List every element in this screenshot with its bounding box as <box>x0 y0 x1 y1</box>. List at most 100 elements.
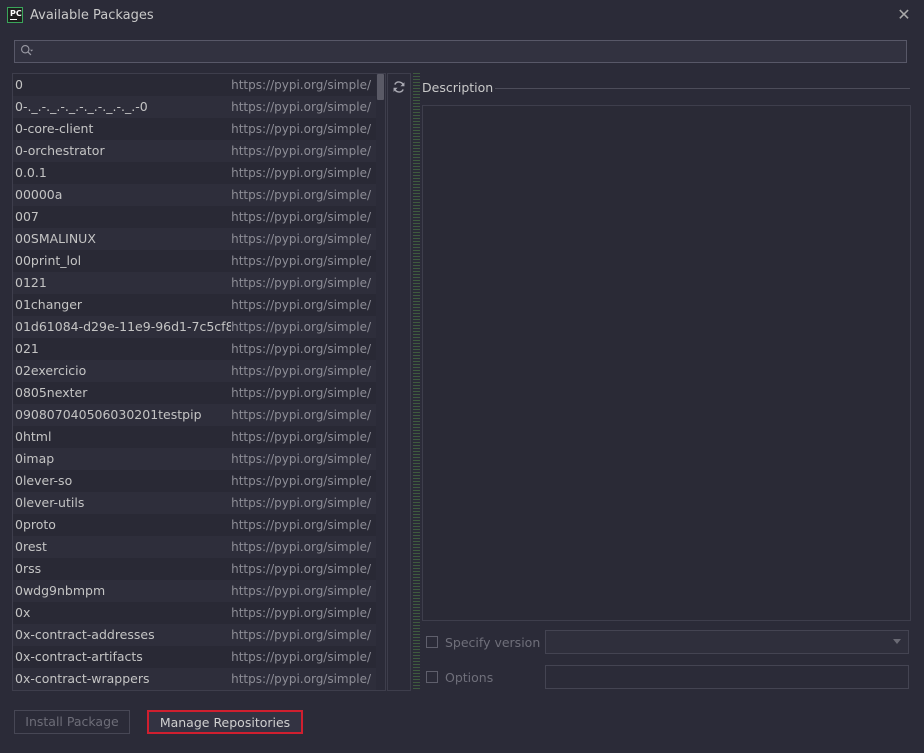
package-name: 090807040506030201testpip <box>15 407 202 422</box>
package-repository: https://pypi.org/simple/ <box>231 624 371 646</box>
package-name: 0proto <box>15 517 56 532</box>
description-label: Description <box>422 80 494 95</box>
package-repository: https://pypi.org/simple/ <box>231 536 371 558</box>
package-row[interactable]: 007 https://pypi.org/simple/ <box>13 206 385 228</box>
close-icon[interactable]: ✕ <box>894 5 914 25</box>
package-name: 0805nexter <box>15 385 88 400</box>
package-row[interactable]: 090807040506030201testpip https://pypi.or… <box>13 404 385 426</box>
package-name: 00print_lol <box>15 253 82 268</box>
panel-splitter[interactable] <box>413 73 420 691</box>
description-panel <box>422 105 911 621</box>
package-row[interactable]: 0-._.-._.-._.-._.-._.-._.-0 https://pypi.… <box>13 96 385 118</box>
package-row[interactable]: 0rss https://pypi.org/simple/ <box>13 558 385 580</box>
package-name: 0x-contract-addresses <box>15 627 155 642</box>
package-name: 0 <box>15 77 23 92</box>
package-row[interactable]: 0121 https://pypi.org/simple/ <box>13 272 385 294</box>
package-list[interactable]: 0 https://pypi.org/simple/0-._.-._.-._.-.… <box>12 73 386 691</box>
refresh-icon[interactable] <box>392 80 406 94</box>
package-name: 0-._.-._.-._.-._.-._.-._.-0 <box>15 99 148 114</box>
package-list-toolbar <box>387 73 411 691</box>
package-repository: https://pypi.org/simple/ <box>231 294 371 316</box>
package-repository: https://pypi.org/simple/ <box>231 426 371 448</box>
package-name: 0lever-utils <box>15 495 85 510</box>
package-repository: https://pypi.org/simple/ <box>231 602 371 624</box>
package-row[interactable]: 0wdg9nbmpm https://pypi.org/simple/ <box>13 580 385 602</box>
search-input[interactable] <box>14 40 907 63</box>
package-name: 0x-contract-artifacts <box>15 649 143 664</box>
description-divider <box>495 88 910 89</box>
package-repository: https://pypi.org/simple/ <box>231 272 371 294</box>
package-repository: https://pypi.org/simple/ <box>231 470 371 492</box>
package-name: 0rss <box>15 561 42 576</box>
package-name: 0-core-client <box>15 121 94 136</box>
manage-repositories-button[interactable]: Manage Repositories <box>147 710 303 734</box>
package-row[interactable]: 0lever-so https://pypi.org/simple/ <box>13 470 385 492</box>
package-repository: https://pypi.org/simple/ <box>231 382 371 404</box>
package-name: 0x-contract-wrappers <box>15 671 150 686</box>
scrollbar-thumb[interactable] <box>377 74 384 100</box>
package-row[interactable]: 021 https://pypi.org/simple/ <box>13 338 385 360</box>
package-name: 02exercicio <box>15 363 87 378</box>
package-row[interactable]: 0805nexter https://pypi.org/simple/ <box>13 382 385 404</box>
package-name: 007 <box>15 209 39 224</box>
package-repository: https://pypi.org/simple/ <box>231 360 371 382</box>
package-row[interactable]: 00print_lol https://pypi.org/simple/ <box>13 250 385 272</box>
package-repository: https://pypi.org/simple/ <box>231 492 371 514</box>
package-repository: https://pypi.org/simple/ <box>231 668 371 690</box>
package-row[interactable]: 0 https://pypi.org/simple/ <box>13 74 385 96</box>
package-name: 021 <box>15 341 39 356</box>
package-list-scrollbar[interactable] <box>376 74 385 690</box>
pycharm-icon: PC <box>7 7 23 23</box>
package-row[interactable]: 0html https://pypi.org/simple/ <box>13 426 385 448</box>
specify-version-label: Specify version <box>445 635 541 650</box>
package-name: 00000a <box>15 187 63 202</box>
options-checkbox[interactable] <box>426 671 438 683</box>
package-name: 0.0.1 <box>15 165 47 180</box>
package-name: 0121 <box>15 275 47 290</box>
package-row[interactable]: 0-orchestrator https://pypi.org/simple/ <box>13 140 385 162</box>
package-repository: https://pypi.org/simple/ <box>231 646 371 668</box>
package-row[interactable]: 02exercicio https://pypi.org/simple/ <box>13 360 385 382</box>
package-repository: https://pypi.org/simple/ <box>231 96 371 118</box>
package-row[interactable]: 0-core-client https://pypi.org/simple/ <box>13 118 385 140</box>
package-name: 0-orchestrator <box>15 143 105 158</box>
package-repository: https://pypi.org/simple/ <box>231 404 371 426</box>
package-repository: https://pypi.org/simple/ <box>231 250 371 272</box>
package-row[interactable]: 00000a https://pypi.org/simple/ <box>13 184 385 206</box>
package-repository: https://pypi.org/simple/ <box>231 184 371 206</box>
package-repository: https://pypi.org/simple/ <box>231 448 371 470</box>
package-row[interactable]: 0rest https://pypi.org/simple/ <box>13 536 385 558</box>
search-icon[interactable] <box>20 44 34 58</box>
package-row[interactable]: 0x-contract-wrappers https://pypi.org/sim… <box>13 668 385 690</box>
package-row[interactable]: 0imap https://pypi.org/simple/ <box>13 448 385 470</box>
package-row[interactable]: 0.0.1 https://pypi.org/simple/ <box>13 162 385 184</box>
options-label: Options <box>445 670 494 685</box>
package-row[interactable]: 01d61084-d29e-11e9-96d1-7c5cf84ffe8e http… <box>13 316 385 338</box>
package-repository: https://pypi.org/simple/ <box>231 74 371 96</box>
package-row[interactable]: 0x-contract-addresses https://pypi.org/si… <box>13 624 385 646</box>
package-row[interactable]: 0x https://pypi.org/simple/ <box>13 602 385 624</box>
package-row[interactable]: 01changer https://pypi.org/simple/ <box>13 294 385 316</box>
version-select[interactable] <box>545 630 909 654</box>
package-repository: https://pypi.org/simple/ <box>231 206 371 228</box>
package-repository: https://pypi.org/simple/ <box>231 338 371 360</box>
specify-version-checkbox[interactable] <box>426 636 438 648</box>
install-package-button[interactable]: Install Package <box>14 710 130 734</box>
package-name: 0html <box>15 429 52 444</box>
package-name: 01changer <box>15 297 83 312</box>
package-row[interactable]: 0lever-utils https://pypi.org/simple/ <box>13 492 385 514</box>
package-repository: https://pypi.org/simple/ <box>231 228 371 250</box>
package-row[interactable]: 0x-contract-artifacts https://pypi.org/si… <box>13 646 385 668</box>
package-repository: https://pypi.org/simple/ <box>231 316 371 338</box>
package-repository: https://pypi.org/simple/ <box>231 140 371 162</box>
package-name: 0imap <box>15 451 55 466</box>
package-repository: https://pypi.org/simple/ <box>231 514 371 536</box>
package-repository: https://pypi.org/simple/ <box>231 162 371 184</box>
package-row[interactable]: 00SMALINUX https://pypi.org/simple/ <box>13 228 385 250</box>
package-name: 00SMALINUX <box>15 231 96 246</box>
package-row[interactable]: 0proto https://pypi.org/simple/ <box>13 514 385 536</box>
package-name: 0x <box>15 605 31 620</box>
options-field[interactable] <box>545 665 909 689</box>
chevron-down-icon <box>893 639 901 644</box>
window-title: Available Packages <box>30 8 154 23</box>
